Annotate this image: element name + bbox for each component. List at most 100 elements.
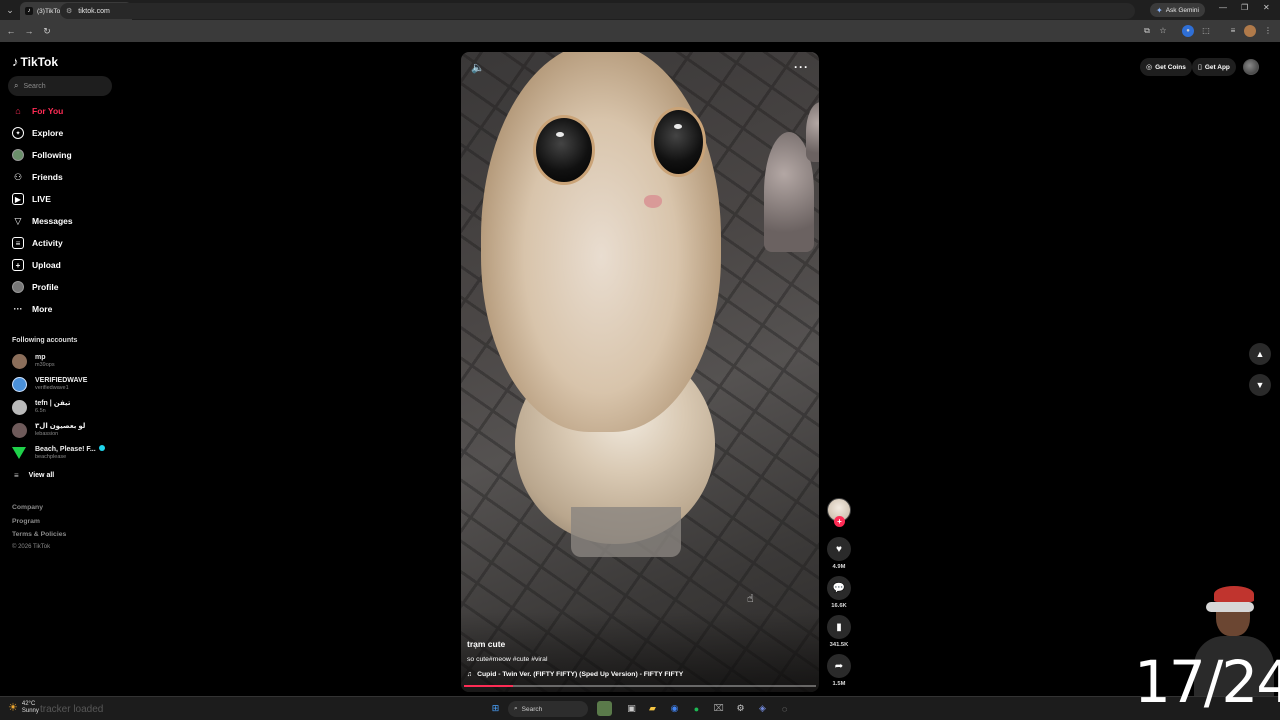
restore-icon[interactable]: ❐ [1241,3,1248,12]
list-icon: ≡ [14,471,19,480]
obs-icon[interactable]: ◌ [777,701,792,716]
video-frame-base [571,507,681,557]
volume-icon[interactable]: 🔈 [471,61,485,74]
gemini-spark-icon: ✦ [1156,5,1163,15]
nav-label: Friends [32,172,63,182]
task-view-icon[interactable]: ▣ [624,701,639,716]
user-avatar[interactable] [1243,59,1259,75]
footer-company-link[interactable]: Company [12,504,43,511]
following-account[interactable]: VERIFIEDWAVE verifiedwave1 [12,374,87,394]
account-name: Beach, Please! F... [35,445,105,454]
get-app-button[interactable]: ▯ Get App [1192,58,1236,76]
nav-friends[interactable]: ⚇ Friends [12,169,63,185]
tiktok-favicon-icon: ♪ [25,7,33,15]
logo-text: TikTok [20,54,59,69]
comment-button[interactable]: 💬 [827,576,851,600]
profile-avatar-icon[interactable] [1244,25,1256,37]
get-coins-button[interactable]: ◎ Get Coins [1140,58,1192,76]
share-button[interactable]: ➦ [827,654,851,678]
account-avatar [12,399,27,415]
nav-label: More [32,304,53,314]
nav-live[interactable]: ▶ LIVE [12,191,51,207]
like-button[interactable]: ♥ [827,537,851,561]
extension-icon[interactable]: ● [1182,25,1194,37]
media-control-icon[interactable]: ≡ [1227,25,1239,37]
profile-avatar-icon [12,281,24,293]
file-explorer-icon[interactable]: ▰ [645,701,660,716]
nav-activity[interactable]: ≡ Activity [12,235,63,251]
widget-icon[interactable] [597,701,612,716]
save-count: 341.5K [829,642,849,648]
sun-icon: ☀ [8,701,18,714]
following-account[interactable]: لو بعصيون ال٣ lebassion [12,420,85,440]
video-progress-bar[interactable] [464,685,816,687]
nav-label: Profile [32,282,59,292]
previous-video-button[interactable]: ▲ [1249,343,1271,365]
nav-more[interactable]: ··· More [12,301,53,317]
tab-search-menu-icon[interactable]: ⌄ [0,0,20,20]
overlay-ghost-text: tracker loaded [40,704,104,715]
minimize-icon[interactable]: — [1219,3,1227,12]
weather-widget[interactable]: ☀ 42°C Sunny [8,701,39,715]
install-app-icon[interactable]: ⧉ [1141,25,1153,37]
footer-program-link[interactable]: Program [12,518,40,525]
window-close-icon[interactable]: ✕ [1263,3,1270,12]
nav-label: LIVE [32,194,51,204]
ask-gemini-label: Ask Gemini [1165,6,1199,14]
weather-text: Sunny [21,708,39,714]
extensions-puzzle-icon[interactable]: ⬚ [1200,25,1212,37]
stream-counter: 17/24 [1134,648,1280,716]
view-all-button[interactable]: ≡ View all [14,471,54,480]
video-username[interactable]: trạm cute [467,639,505,649]
ask-gemini-button[interactable]: ✦ Ask Gemini [1150,3,1205,17]
video-music[interactable]: ♫ Cupid - Twin Ver. (FIFTY FIFTY) (Sped … [467,671,683,678]
xbox-icon[interactable]: ⌧ [711,701,726,716]
nav-label: Following [32,150,72,160]
account-name: VERIFIEDWAVE [35,376,88,384]
eye-glint [674,124,682,129]
save-button[interactable]: ▮ [827,615,851,639]
nav-label: For You [32,106,64,116]
back-icon[interactable]: ← [2,26,20,36]
discord-icon[interactable]: ◈ [755,701,770,716]
nav-upload[interactable]: + Upload [12,257,61,273]
video-frame-cat-eye [533,115,595,185]
home-icon: ⌂ [15,106,21,116]
site-info-icon[interactable]: ⚙ [66,7,72,15]
copyright: © 2026 TikTok [12,544,51,550]
comment-count: 16.6K [831,603,847,609]
search-input[interactable]: ⌕ Search [8,76,112,96]
nav-label: Activity [32,238,63,248]
following-account[interactable]: Beach, Please! F... beachplease [12,443,105,463]
share-icon: ➦ [834,660,844,672]
bookmark-star-icon[interactable]: ☆ [1157,25,1169,37]
search-icon: ⌕ [514,705,518,712]
bookmark-icon: ▮ [836,621,842,633]
reload-icon[interactable]: ↻ [38,26,56,37]
spotify-icon[interactable]: ● [689,701,704,716]
forward-icon[interactable]: → [20,26,38,36]
next-video-button[interactable]: ▼ [1249,374,1271,396]
get-coins-label: Get Coins [1155,63,1186,71]
nav-for-you[interactable]: ⌂ For You [12,103,63,119]
following-account[interactable]: tefn | تيفن 6.5n [12,397,71,417]
taskbar-search[interactable]: ⌕ Search [508,701,588,717]
music-title: Cupid - Twin Ver. (FIFTY FIFTY) (Sped Up… [477,671,684,678]
more-options-icon[interactable]: ··· [794,60,809,74]
search-icon: ⌕ [14,81,19,90]
address-bar[interactable]: ⚙ tiktok.com [60,3,1135,19]
footer-terms-link[interactable]: Terms & Policies [12,531,66,538]
nav-messages[interactable]: ▽ Messages [12,213,73,229]
nav-profile[interactable]: Profile [12,279,58,295]
nav-following[interactable]: Following [12,147,72,163]
video-player[interactable]: 🔈 ··· trạm cute so cute#meow #cute #vira… [461,52,819,692]
nav-explore[interactable]: ✦ Explore [12,125,63,141]
browser-menu-icon[interactable]: ⋮ [1262,25,1274,37]
windows-start-icon[interactable]: ⊞ [488,701,503,716]
following-account[interactable]: mp m39ops [12,351,55,371]
follow-plus-icon[interactable]: + [834,516,845,527]
settings-icon[interactable]: ⚙ [733,701,748,716]
chrome-icon[interactable]: ◉ [667,701,682,716]
tiktok-logo[interactable]: ♪ TikTok [12,54,58,69]
account-avatar [12,353,27,369]
